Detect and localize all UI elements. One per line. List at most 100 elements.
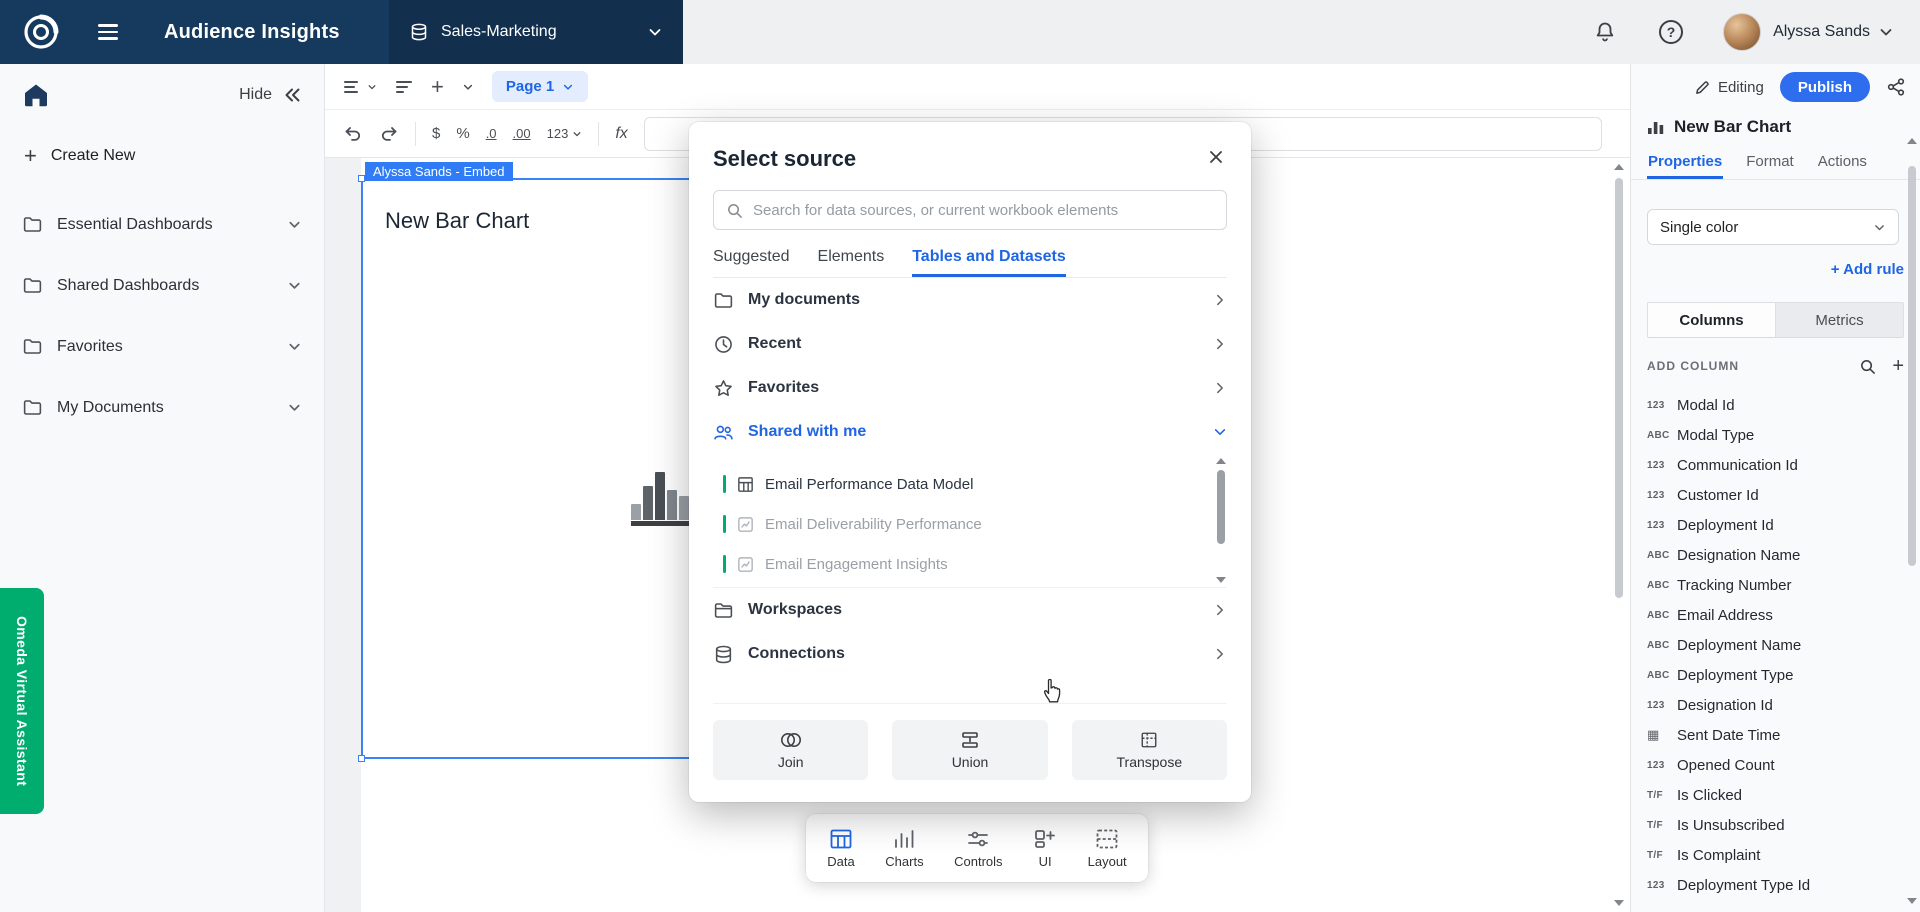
sidebar-item-shared-dashboards[interactable]: Shared Dashboards <box>0 255 324 316</box>
redo-icon[interactable] <box>379 125 399 143</box>
hamburger-menu-icon[interactable] <box>98 24 118 40</box>
column-item[interactable]: 123Communication Id <box>1647 450 1904 480</box>
chevron-down-icon[interactable] <box>287 217 302 232</box>
tab-actions[interactable]: Actions <box>1817 144 1868 179</box>
column-item[interactable]: 123Deployment Type Id <box>1647 870 1904 900</box>
help-icon[interactable]: ? <box>1659 20 1683 44</box>
add-column-plus-icon[interactable]: + <box>1892 356 1904 376</box>
editing-mode-dropdown[interactable]: Editing <box>1694 79 1764 96</box>
column-item[interactable]: ABCEmail Address <box>1647 600 1904 630</box>
virtual-assistant-banner[interactable]: Omeda Virtual Assistant <box>0 588 44 814</box>
tab-tables-and-datasets[interactable]: Tables and Datasets <box>912 248 1066 277</box>
notifications-bell-icon[interactable] <box>1593 20 1617 44</box>
column-item[interactable]: T/FIs Unsubscribed <box>1647 810 1904 840</box>
subtab-metrics[interactable]: Metrics <box>1775 303 1903 337</box>
color-mode-select[interactable]: Single color <box>1647 209 1899 245</box>
number-format-dropdown[interactable]: 123 <box>547 126 583 141</box>
share-network-icon[interactable] <box>1886 77 1906 97</box>
subtab-columns[interactable]: Columns <box>1648 303 1775 337</box>
dock-item-charts[interactable]: Charts <box>885 828 923 869</box>
union-button[interactable]: Union <box>892 720 1047 780</box>
sort-lines-icon[interactable] <box>395 78 413 96</box>
tab-properties[interactable]: Properties <box>1647 144 1723 179</box>
source-category-connections[interactable]: Connections <box>713 632 1227 676</box>
sidebar-item-essential-dashboards[interactable]: Essential Dashboards <box>0 194 324 255</box>
decrease-decimal-icon[interactable]: .0 <box>486 126 497 141</box>
undo-icon[interactable] <box>343 125 363 143</box>
scroll-up-arrow-icon[interactable] <box>1216 458 1226 464</box>
source-search-box[interactable] <box>713 190 1227 230</box>
dock-item-ui[interactable]: UI <box>1033 828 1057 869</box>
shared-list-scrollbar[interactable] <box>1215 458 1227 583</box>
collapse-double-chevron-icon[interactable] <box>282 86 302 104</box>
chevron-down-icon[interactable] <box>287 400 302 415</box>
omeda-logo-icon[interactable] <box>22 13 60 51</box>
column-item[interactable]: T/FIs Clicked <box>1647 780 1904 810</box>
column-item[interactable]: ABCDeployment Type <box>1647 660 1904 690</box>
transpose-button[interactable]: Transpose <box>1072 720 1227 780</box>
column-item[interactable]: 123Opened Count <box>1647 750 1904 780</box>
dock-item-layout[interactable]: Layout <box>1088 828 1127 869</box>
scrollbar-thumb[interactable] <box>1217 470 1225 544</box>
source-item-email-engagement-insights[interactable]: Email Engagement Insights <box>713 544 1227 584</box>
column-item[interactable]: ABCModal Type <box>1647 420 1904 450</box>
column-item[interactable]: 123Customer Id <box>1647 480 1904 510</box>
canvas-vertical-scrollbar[interactable] <box>1613 162 1625 908</box>
source-category-my-documents[interactable]: My documents <box>713 278 1227 322</box>
column-item[interactable]: ▦Sent Date Time <box>1647 720 1904 750</box>
increase-decimal-icon[interactable]: .00 <box>513 126 531 141</box>
source-category-workspaces[interactable]: Workspaces <box>713 588 1227 632</box>
tab-elements[interactable]: Elements <box>818 248 885 277</box>
scroll-down-arrow-icon[interactable] <box>1216 577 1226 583</box>
column-item[interactable]: T/FIs Complaint <box>1647 840 1904 870</box>
source-item-email-deliverability-performance[interactable]: Email Deliverability Performance <box>713 504 1227 544</box>
home-icon[interactable] <box>22 82 50 108</box>
column-item[interactable]: ABCDesignation Name <box>1647 540 1904 570</box>
add-page-icon[interactable]: + <box>431 76 444 98</box>
add-rule-link[interactable]: + Add rule <box>1647 261 1904 278</box>
scroll-up-arrow-icon[interactable] <box>1907 138 1917 144</box>
close-icon[interactable] <box>1205 146 1227 168</box>
page-options-chevron-icon[interactable] <box>462 81 474 93</box>
hide-panel-label[interactable]: Hide <box>239 86 272 104</box>
dock-item-data[interactable]: Data <box>827 828 854 869</box>
formula-icon[interactable]: fx <box>615 125 627 143</box>
column-item[interactable]: 123Deployment Id <box>1647 510 1904 540</box>
scrollbar-thumb[interactable] <box>1908 166 1916 566</box>
tab-format[interactable]: Format <box>1745 144 1795 179</box>
column-item[interactable]: ABCTracking Number <box>1647 570 1904 600</box>
source-category-recent[interactable]: Recent <box>713 322 1227 366</box>
source-category-shared-with-me[interactable]: Shared with me <box>713 410 1227 454</box>
resize-handle[interactable] <box>358 175 365 182</box>
dock-item-controls[interactable]: Controls <box>954 828 1002 869</box>
source-item-email-performance-data-model[interactable]: Email Performance Data Model <box>713 464 1227 504</box>
create-new-button[interactable]: + Create New <box>0 126 324 186</box>
column-item[interactable]: ABCDeployment Name <box>1647 630 1904 660</box>
user-avatar[interactable] <box>1723 13 1761 51</box>
sidebar-item-my-documents[interactable]: My Documents <box>0 377 324 438</box>
scrollbar-thumb[interactable] <box>1615 178 1623 598</box>
scroll-down-arrow-icon[interactable] <box>1614 900 1624 906</box>
search-columns-icon[interactable] <box>1859 358 1876 375</box>
join-button[interactable]: Join <box>713 720 868 780</box>
currency-format-icon[interactable]: $ <box>432 125 440 142</box>
column-item[interactable]: 123Designation Id <box>1647 690 1904 720</box>
column-item[interactable]: 123Modal Id <box>1647 390 1904 420</box>
scroll-down-arrow-icon[interactable] <box>1907 898 1917 904</box>
source-category-favorites[interactable]: Favorites <box>713 366 1227 410</box>
sidebar-item-favorites[interactable]: Favorites <box>0 316 324 377</box>
chevron-down-icon[interactable] <box>287 278 302 293</box>
tab-page-1[interactable]: Page 1 <box>492 71 588 102</box>
publish-button[interactable]: Publish <box>1780 72 1870 102</box>
percent-format-icon[interactable]: % <box>456 125 469 142</box>
resize-handle[interactable] <box>358 755 365 762</box>
user-menu-chevron-icon[interactable] <box>1878 24 1894 40</box>
tab-suggested[interactable]: Suggested <box>713 248 790 277</box>
scroll-up-arrow-icon[interactable] <box>1614 164 1624 170</box>
page-list-icon[interactable] <box>343 78 377 96</box>
source-search-input[interactable] <box>753 202 1214 219</box>
chevron-down-icon[interactable] <box>287 339 302 354</box>
panel-vertical-scrollbar[interactable] <box>1906 138 1918 904</box>
workspace-selector[interactable]: Sales-Marketing <box>389 0 683 64</box>
source-item-label: Email Deliverability Performance <box>765 516 982 533</box>
